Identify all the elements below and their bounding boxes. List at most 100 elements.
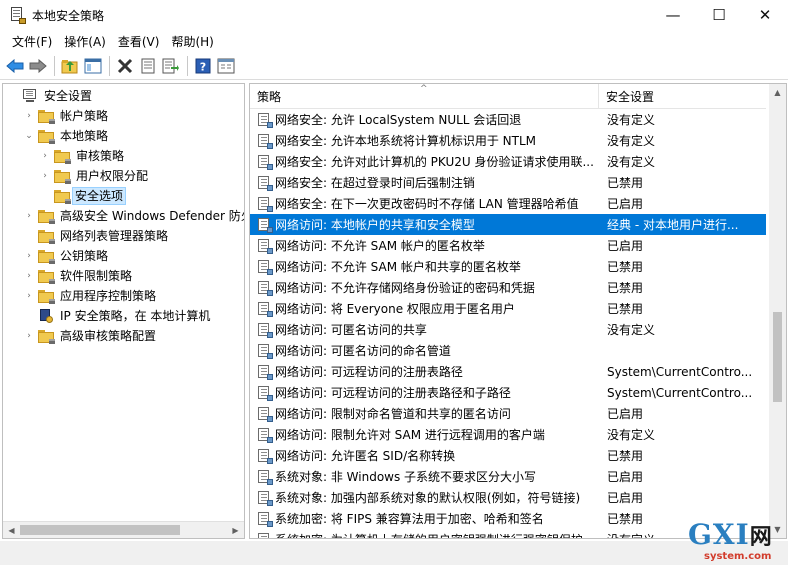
maximize-button[interactable]: ☐ [696,0,742,30]
tree-horizontal-scrollbar[interactable]: ◀ ▶ [3,521,244,538]
menu-action[interactable]: 操作(A) [58,31,112,52]
table-row[interactable]: 网络安全: 允许对此计算机的 PKU2U 身份验证请求使用联... 没有定义 [250,151,766,172]
column-header-security-setting[interactable]: 安全设置 [599,84,766,109]
table-row[interactable]: 网络访问: 可远程访问的注册表路径 System\CurrentContro... [250,361,766,382]
window-title: 本地安全策略 [32,8,105,23]
tree-item[interactable]: ⌄ 本地策略 [23,126,112,146]
tree-item[interactable]: › 应用程序控制策略 [23,286,160,306]
tree-item[interactable]: › 高级审核策略配置 [23,326,160,346]
menu-file[interactable]: 文件(F) [6,31,58,52]
policy-item-icon [257,364,273,380]
policy-list-pane: 策略 ^ 安全设置 网络安全: 允许 LocalSystem NULL 会话回退… [249,83,787,539]
console-tree-icon[interactable] [215,55,237,77]
menu-help[interactable]: 帮助(H) [165,31,219,52]
minimize-button[interactable]: — [650,0,696,30]
chevron-right-icon[interactable]: › [23,270,35,282]
policy-item-icon [257,343,273,359]
table-row[interactable]: 网络访问: 限制允许对 SAM 进行远程调用的客户端 没有定义 [250,424,766,445]
scroll-left-arrow-icon[interactable]: ◀ [3,522,20,538]
chevron-down-icon[interactable]: ⌄ [23,130,35,142]
security-setting-cell: 已禁用 [607,302,644,316]
table-row[interactable]: 网络安全: 在超过登录时间后强制注销 已禁用 [250,172,766,193]
table-row[interactable]: 网络安全: 允许本地系统将计算机标识用于 NTLM 没有定义 [250,130,766,151]
tree-item[interactable]: › 软件限制策略 [23,266,136,286]
policy-name-cell: 网络访问: 本地帐户的共享和安全模型 [275,218,475,232]
security-setting-cell: 没有定义 [607,155,656,169]
chevron-right-icon[interactable]: › [23,110,35,122]
delete-icon[interactable] [114,55,136,77]
table-row[interactable]: 系统对象: 非 Windows 子系统不要求区分大小写 已启用 [250,466,766,487]
table-row[interactable]: 网络访问: 不允许 SAM 帐户的匿名枚举 已启用 [250,235,766,256]
properties-icon[interactable] [137,55,159,77]
scroll-right-arrow-icon[interactable]: ▶ [227,522,244,538]
menu-view[interactable]: 查看(V) [112,31,166,52]
policy-name-cell: 网络安全: 允许对此计算机的 PKU2U 身份验证请求使用联... [275,155,594,169]
tree-item[interactable]: › 帐户策略 [23,106,112,126]
policy-name-cell: 网络安全: 在下一次更改密码时不存储 LAN 管理器哈希值 [275,197,579,211]
tree-item[interactable]: › 用户权限分配 [39,166,152,186]
policy-name-cell: 网络安全: 在超过登录时间后强制注销 [275,176,475,190]
chevron-right-icon[interactable]: › [23,210,35,222]
policy-item-icon [257,511,273,527]
close-button[interactable]: ✕ [742,0,788,30]
security-setting-cell: 没有定义 [607,323,656,337]
table-row[interactable]: 网络访问: 允许匿名 SID/名称转换 已禁用 [250,445,766,466]
tree-item-label: 网络列表管理器策略 [60,229,169,243]
forward-arrow-icon[interactable] [27,55,49,77]
policy-folder-icon [38,269,55,284]
policy-folder-icon [38,129,55,144]
table-row[interactable]: 网络访问: 可匿名访问的共享 没有定义 [250,319,766,340]
tree-item[interactable]: IP 安全策略，在 本地计算机 [23,306,214,326]
column-header-policy[interactable]: 策略 ^ [250,84,599,109]
help-icon[interactable]: ? [192,55,214,77]
table-row[interactable]: 网络访问: 不允许存储网络身份验证的密码和凭据 已禁用 [250,277,766,298]
security-setting-cell: System\CurrentContro... [607,385,753,400]
table-row[interactable]: 系统对象: 加强内部系统对象的默认权限(例如，符号链接) 已启用 [250,487,766,508]
table-row[interactable]: 网络访问: 可匿名访问的命名管道 [250,340,766,361]
list-scroll-thumb[interactable] [773,312,782,402]
table-row[interactable]: 网络安全: 在下一次更改密码时不存储 LAN 管理器哈希值 已启用 [250,193,766,214]
tree-item[interactable]: › 高级安全 Windows Defender 防火墙 [23,206,245,226]
chevron-right-icon[interactable]: › [23,250,35,262]
table-row[interactable]: 网络访问: 限制对命名管道和共享的匿名访问 已启用 [250,403,766,424]
tree-item-label: 高级安全 Windows Defender 防火墙 [60,209,245,223]
table-row[interactable]: 网络访问: 不允许 SAM 帐户和共享的匿名枚举 已禁用 [250,256,766,277]
policy-item-icon [257,196,273,212]
tree-item[interactable]: 网络列表管理器策略 [23,226,172,246]
back-arrow-icon[interactable] [4,55,26,77]
table-row[interactable]: 网络访问: 将 Everyone 权限应用于匿名用户 已禁用 [250,298,766,319]
chevron-right-icon[interactable]: › [23,330,35,342]
chevron-right-icon[interactable]: › [23,290,35,302]
security-setting-cell: 没有定义 [607,134,656,148]
tree-item[interactable]: 安全设置 [7,86,96,106]
tree-scroll-thumb[interactable] [20,525,180,535]
chevron-right-icon[interactable]: › [39,170,51,182]
chevron-right-icon[interactable]: › [39,150,51,162]
tree-item[interactable]: › 审核策略 [39,146,128,166]
scroll-up-arrow-icon[interactable]: ▲ [769,84,786,101]
policy-name-cell: 网络访问: 可远程访问的注册表路径和子路径 [275,386,511,400]
list-column-header: 策略 ^ 安全设置 [250,84,766,109]
policy-name-cell: 系统对象: 非 Windows 子系统不要求区分大小写 [275,470,537,484]
table-row[interactable]: 网络访问: 本地帐户的共享和安全模型 经典 - 对本地用户进行... [250,214,766,235]
tree-item-label: IP 安全策略，在 本地计算机 [60,309,211,323]
up-folder-icon[interactable] [59,55,81,77]
security-setting-cell: 已禁用 [607,260,644,274]
show-hide-tree-icon[interactable] [82,55,104,77]
policy-item-icon [257,448,273,464]
policy-item-icon [257,532,271,538]
policy-folder-icon [38,329,55,344]
policy-item-icon [257,490,273,506]
table-row[interactable]: 网络安全: 允许 LocalSystem NULL 会话回退 没有定义 [250,109,766,130]
policy-item-icon [257,280,273,296]
tree-item[interactable]: 安全选项 [39,186,127,206]
policy-folder-icon [54,189,71,204]
policy-name-cell: 网络访问: 不允许存储网络身份验证的密码和凭据 [275,281,535,295]
export-list-icon[interactable] [160,55,182,77]
list-vertical-scrollbar[interactable]: ▲ ▼ [769,84,786,538]
table-row[interactable]: 网络访问: 可远程访问的注册表路径和子路径 System\CurrentContr… [250,382,766,403]
tree-item-label: 应用程序控制策略 [60,289,157,303]
tree-item-label: 用户权限分配 [76,169,149,183]
tree-item[interactable]: › 公钥策略 [23,246,112,266]
